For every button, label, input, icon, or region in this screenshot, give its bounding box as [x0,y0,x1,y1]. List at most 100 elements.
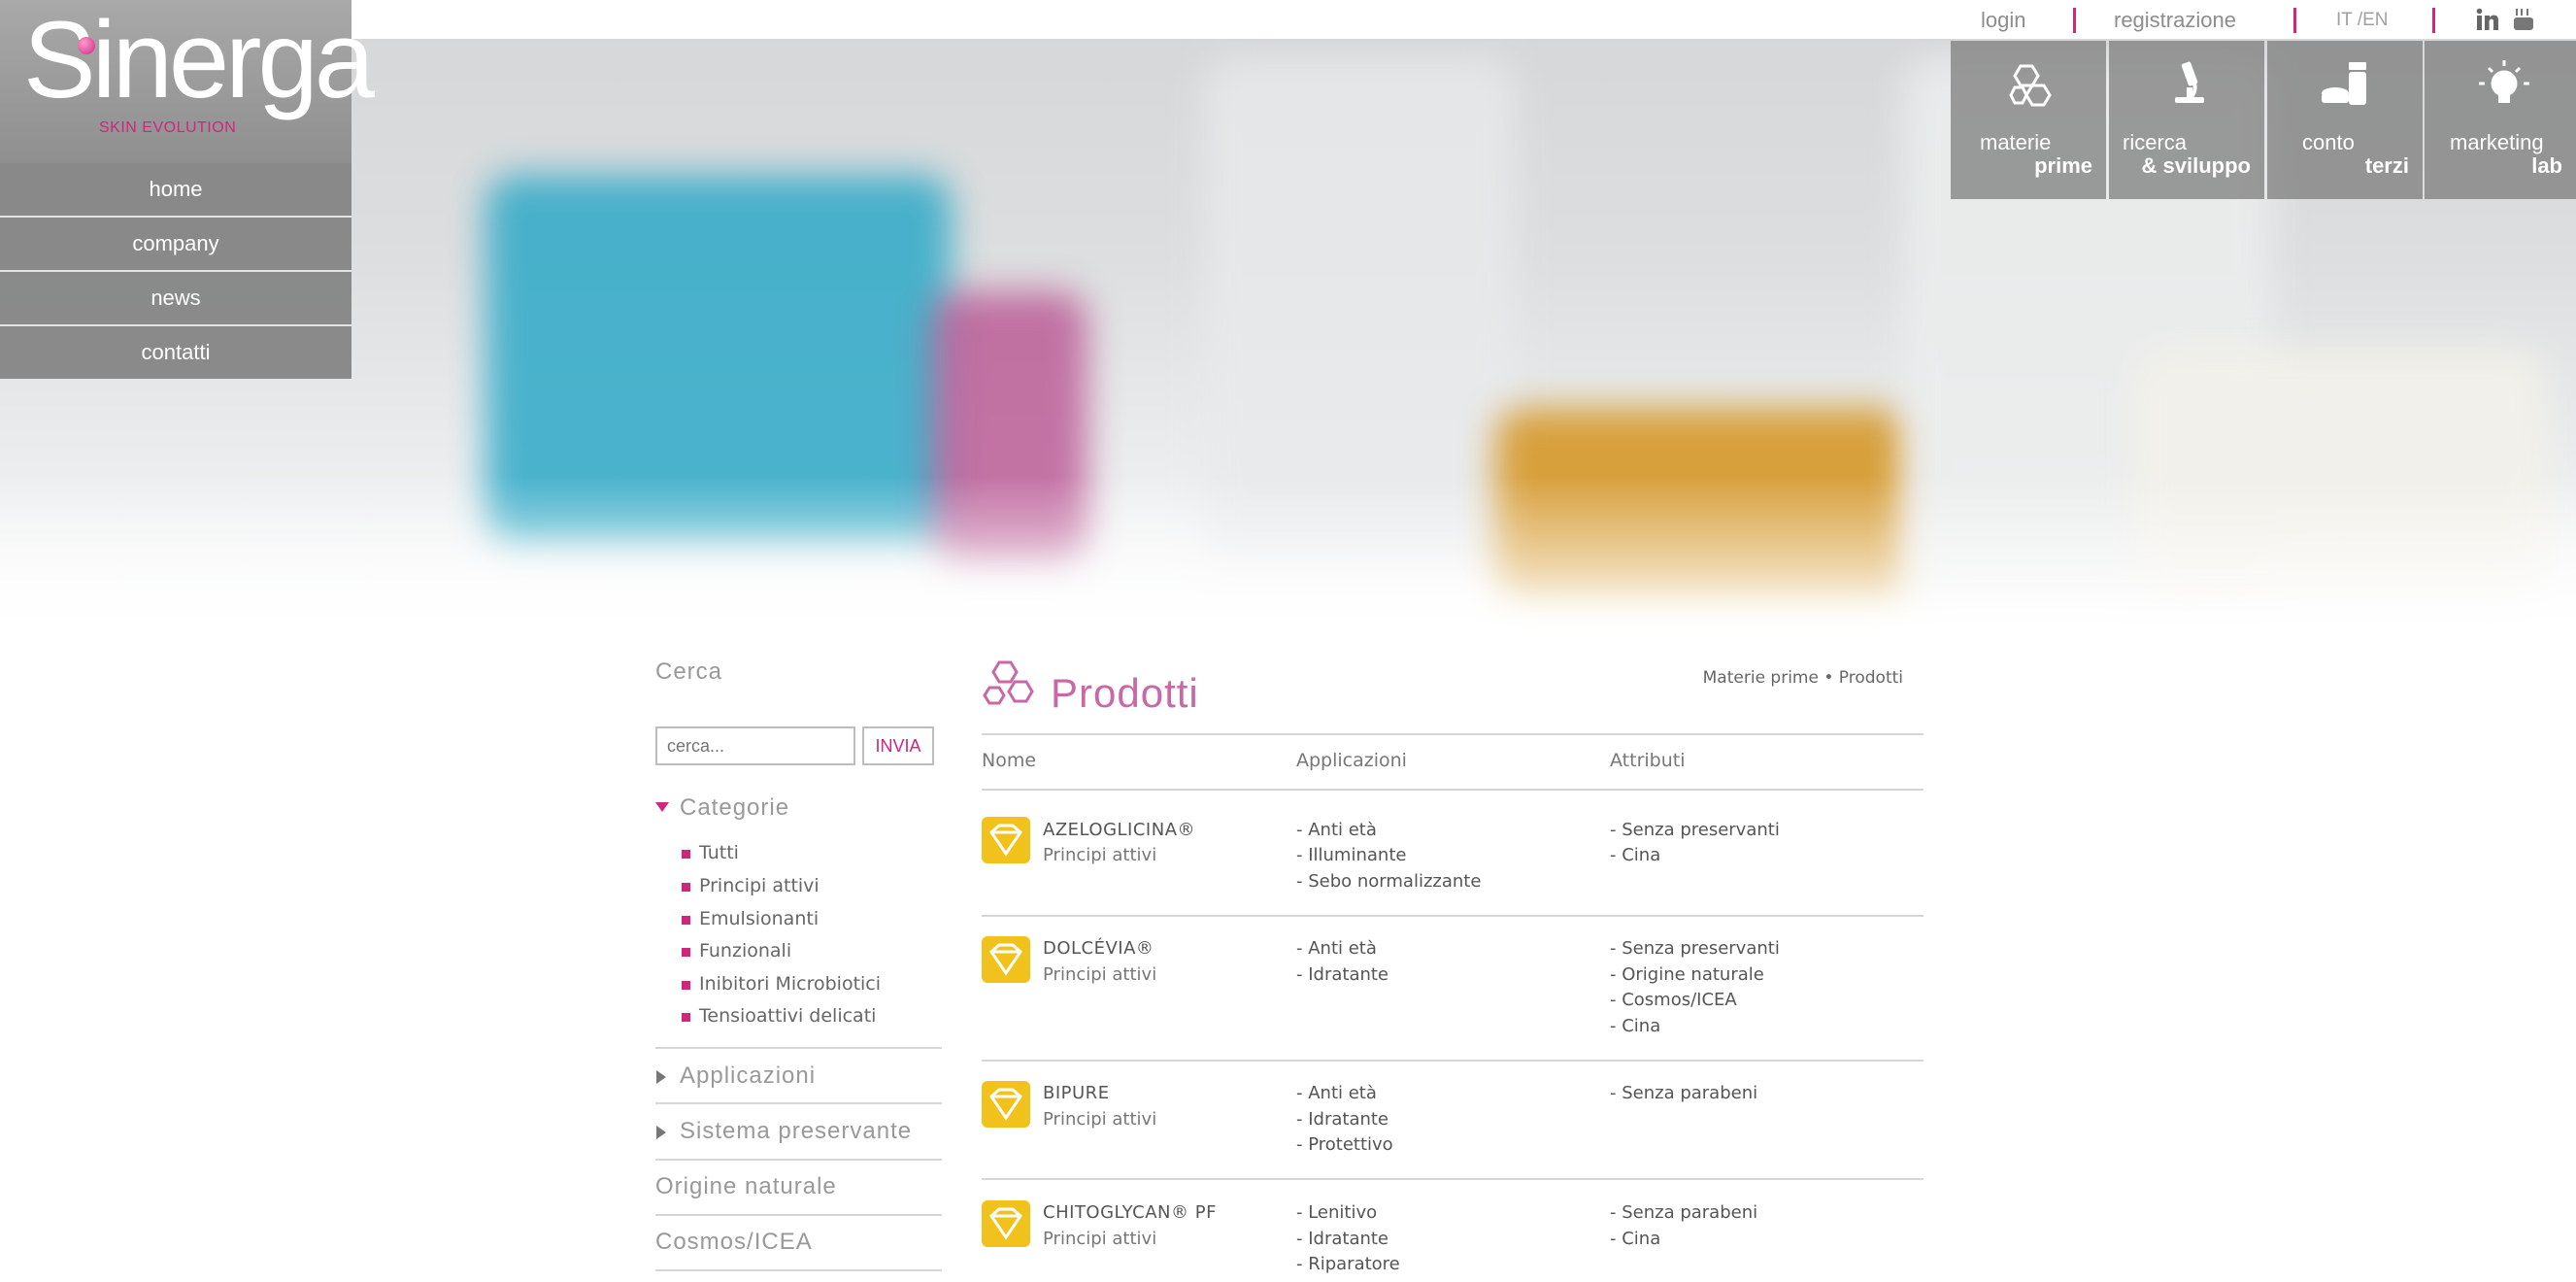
register-link[interactable]: registrazione [2114,8,2236,33]
sidebar-divider [655,1047,942,1049]
expanded-arrow-icon [655,802,669,812]
categories-heading[interactable]: Categorie [680,794,789,822]
menu-line2: prime [2034,153,2092,178]
top-strip [351,0,2576,41]
menu-line2: terzi [2364,153,2409,178]
search-title: Cerca [655,658,723,685]
product-application: - Anti età [1296,1083,1377,1103]
nav-company[interactable]: company [0,218,351,270]
category-bullet-icon [682,850,690,859]
login-link[interactable]: login [1981,8,2025,33]
menu-ricerca-sviluppo[interactable]: ricerca & sviluppo [2109,41,2264,199]
menu-line2: lab [2531,153,2562,178]
cosmos-icea-filter[interactable]: Cosmos/ICEA [655,1229,813,1256]
menu-line1: conto [2302,130,2355,154]
product-application: - Lenitivo [1296,1202,1378,1223]
nav-home[interactable]: home [0,163,351,216]
nav-news[interactable]: news [0,272,351,324]
product-gem-icon [982,817,1030,863]
natural-origin-filter[interactable]: Origine naturale [655,1173,837,1200]
sidebar-divider [655,1214,942,1216]
product-name[interactable]: DOLCÉVIA® [1043,938,1154,959]
product-category: Principi attivi [1043,964,1157,985]
category-emulsionanti[interactable]: Emulsionanti [699,908,819,929]
logo-dot-icon [78,37,95,54]
product-application: - Idratante [1296,1109,1389,1130]
category-tutti[interactable]: Tutti [699,842,739,863]
youtube-icon[interactable] [2513,8,2534,31]
applications-heading[interactable]: Applicazioni [680,1063,816,1090]
logo-tagline: SKIN EVOLUTION [99,119,237,136]
lightbulb-icon [2477,58,2531,113]
column-header-attributi: Attributi [1610,750,1686,771]
row-divider [982,1060,1924,1062]
category-principi-attivi[interactable]: Principi attivi [699,875,820,896]
logo-text: Sinerga [23,0,375,120]
breadcrumb[interactable]: Materie prime • Prodotti [1641,668,1903,688]
category-bullet-icon [682,883,690,892]
top-separator [2073,8,2076,33]
product-application: - Riparatore [1296,1254,1400,1274]
logo[interactable]: Sinerga SKIN EVOLUTION [0,0,375,163]
category-bullet-icon [682,1013,690,1022]
top-separator [2432,8,2435,33]
column-header-nome: Nome [982,750,1037,771]
header-divider [982,789,1924,791]
product-attribute: - Senza parabeni [1610,1083,1758,1103]
product-category: Principi attivi [1043,845,1157,865]
product-gem-icon [982,1081,1030,1128]
molecule-icon [982,658,1036,713]
linkedin-icon[interactable] [2476,8,2499,31]
product-attribute: - Cina [1610,845,1661,865]
menu-line2: & sviluppo [2141,153,2251,178]
top-separator [2293,8,2296,33]
collapsed-arrow-icon [656,1070,666,1084]
search-input[interactable] [655,726,855,765]
category-bullet-icon [682,981,690,990]
product-category: Principi attivi [1043,1229,1157,1249]
preservatives-heading[interactable]: Sistema preservante [680,1118,912,1145]
menu-marketing-lab[interactable]: marketing lab [2425,41,2576,199]
row-divider [982,915,1924,917]
menu-materie-prime[interactable]: materie prime [1951,41,2106,199]
menu-line1: materie [1980,130,2052,154]
product-gem-icon [982,1200,1030,1247]
page-title: Prodotti [1051,670,1199,716]
menu-line1: ricerca [2123,130,2188,154]
product-application: - Illuminante [1296,845,1407,865]
product-application: - Anti età [1296,938,1377,959]
collapsed-arrow-icon [656,1126,666,1139]
language-switch[interactable]: IT /EN [2336,10,2389,31]
product-attribute: - Senza parabeni [1610,1202,1758,1223]
product-category: Principi attivi [1043,1109,1157,1130]
sidebar-divider [655,1269,942,1271]
molecule-icon [2003,58,2057,113]
category-inibitori-microbiotici[interactable]: Inibitori Microbiotici [699,973,881,995]
product-attribute: - Origine naturale [1610,964,1764,985]
product-attribute: - Cina [1610,1229,1661,1249]
product-attribute: - Cosmos/ICEA [1610,990,1737,1010]
product-gem-icon [982,936,1030,983]
product-attribute: - Senza preservanti [1610,820,1780,840]
menu-line1: marketing [2450,130,2544,154]
product-application: - Sebo normalizzante [1296,871,1482,892]
product-name[interactable]: AZELOGLICINA® [1043,820,1195,840]
product-application: - Idratante [1296,1229,1389,1249]
product-attribute: - Senza preservanti [1610,938,1780,959]
product-attribute: - Cina [1610,1016,1661,1036]
product-application: - Protettivo [1296,1134,1393,1155]
product-name[interactable]: BIPURE [1043,1083,1110,1103]
sidebar-divider [655,1102,942,1104]
column-header-applicazioni: Applicazioni [1296,750,1407,771]
cosmetics-icon [2320,58,2374,113]
menu-conto-terzi[interactable]: conto terzi [2267,41,2423,199]
category-funzionali[interactable]: Funzionali [699,940,791,962]
product-application: - Idratante [1296,964,1389,985]
search-submit-button[interactable]: INVIA [862,726,934,765]
microscope-icon [2161,58,2216,113]
category-bullet-icon [682,916,690,925]
nav-contatti[interactable]: contatti [0,326,351,379]
category-tensioattivi-delicati[interactable]: Tensioattivi delicati [699,1005,876,1027]
product-name[interactable]: CHITOGLYCAN® PF [1043,1202,1217,1223]
row-divider [982,1178,1924,1180]
